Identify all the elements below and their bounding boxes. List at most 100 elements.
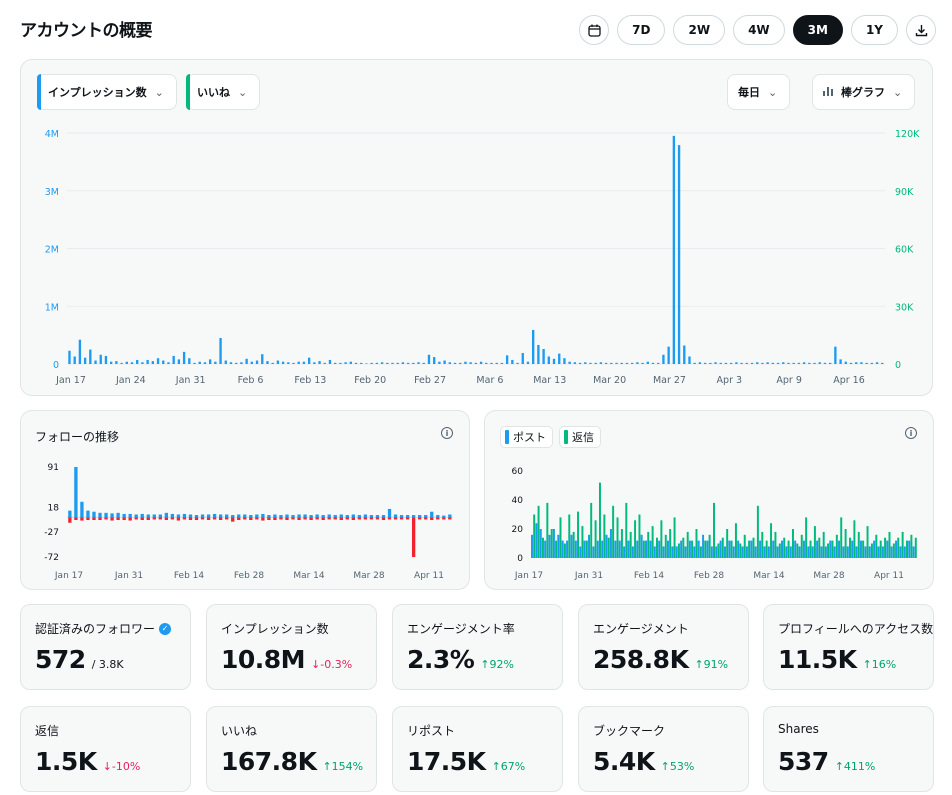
reply-bar bbox=[866, 526, 869, 558]
impression-bar bbox=[292, 362, 295, 364]
post-bar bbox=[640, 534, 643, 558]
follow-gain-bar bbox=[152, 514, 156, 518]
post-bar bbox=[702, 534, 705, 558]
impression-bar bbox=[651, 362, 655, 364]
y-left-tick-label: 0 bbox=[53, 360, 59, 371]
stat-value-row: 572 / 3.8K bbox=[35, 645, 124, 674]
follow-gain-bar bbox=[273, 514, 277, 518]
follow-loss-bar bbox=[303, 517, 307, 520]
y-left-tick-label: 3M bbox=[45, 187, 59, 198]
impression-bar bbox=[756, 362, 759, 364]
impression-bar bbox=[370, 362, 373, 364]
x-tick-label: Mar 6 bbox=[476, 375, 503, 386]
reply-bar bbox=[594, 520, 597, 558]
stat-card[interactable]: いいね 167.8K ↑154% bbox=[206, 706, 377, 792]
post-bar bbox=[535, 523, 538, 558]
impression-bar bbox=[141, 362, 144, 364]
impression-bar bbox=[427, 354, 431, 364]
impression-bar bbox=[578, 362, 582, 364]
x-tick-label: Feb 27 bbox=[414, 375, 446, 386]
impression-bar bbox=[797, 362, 801, 364]
follow-gain-bar bbox=[285, 514, 289, 518]
impression-bar bbox=[703, 362, 707, 364]
impression-bar bbox=[855, 362, 858, 364]
impression-bar bbox=[620, 362, 623, 364]
post-bar bbox=[886, 540, 889, 558]
post-bar bbox=[811, 546, 814, 558]
post-bar bbox=[618, 540, 621, 558]
impression-bar bbox=[782, 362, 785, 364]
reply-bar bbox=[620, 529, 623, 558]
reply-bar bbox=[875, 534, 878, 558]
impression-bar bbox=[750, 362, 754, 364]
range-1y-button[interactable]: 1Y bbox=[850, 15, 898, 45]
stat-card[interactable]: エンゲージメント率 2.3% ↑92% bbox=[392, 604, 563, 690]
reply-bar bbox=[695, 529, 698, 558]
stat-card[interactable]: Shares 537 ↑411% bbox=[763, 706, 934, 792]
stat-card[interactable]: インプレッション数 10.8M ↓-0.3% bbox=[206, 604, 377, 690]
reply-bar bbox=[673, 517, 676, 558]
impression-bar bbox=[604, 362, 608, 364]
impression-bar bbox=[771, 362, 775, 364]
follow-loss-bar bbox=[405, 517, 410, 520]
range-4w-button[interactable]: 4W bbox=[733, 15, 785, 45]
post-bar bbox=[609, 529, 612, 558]
follow-gain-bar bbox=[411, 515, 416, 518]
reply-bar bbox=[629, 531, 632, 558]
impression-bar bbox=[516, 362, 519, 364]
stat-label-text: ブックマーク bbox=[593, 724, 666, 738]
calendar-icon[interactable] bbox=[579, 15, 610, 45]
download-icon[interactable] bbox=[906, 15, 936, 45]
follow-loss-bar bbox=[315, 517, 319, 520]
impression-bar bbox=[625, 362, 629, 364]
follow-loss-bar bbox=[279, 517, 283, 520]
impression-bar bbox=[500, 362, 504, 364]
stat-card[interactable]: プロフィールへのアクセス数 11.5K ↑16% bbox=[763, 604, 934, 690]
stat-value-row: 17.5K ↑67% bbox=[407, 747, 525, 776]
post-bar bbox=[737, 540, 740, 558]
follow-loss-bar bbox=[255, 517, 259, 520]
follow-loss-bar bbox=[98, 517, 102, 521]
post-bar bbox=[684, 546, 687, 558]
post-bar bbox=[653, 546, 656, 558]
impression-bar bbox=[469, 362, 472, 364]
reply-bar bbox=[713, 502, 716, 558]
follow-gain-bar bbox=[363, 514, 368, 518]
post-bar bbox=[706, 540, 709, 558]
follow-gain-bar bbox=[92, 511, 96, 518]
stat-label: ブックマーク bbox=[593, 722, 665, 739]
stat-label: いいね bbox=[221, 722, 257, 739]
range-2w-button[interactable]: 2W bbox=[673, 15, 726, 45]
follow-loss-bar bbox=[134, 517, 138, 520]
post-bar bbox=[552, 529, 555, 558]
range-7d-button[interactable]: 7D bbox=[617, 15, 666, 45]
follow-loss-bar bbox=[104, 517, 108, 520]
reply-bar bbox=[835, 534, 838, 558]
impression-bar bbox=[631, 362, 634, 364]
impression-bar bbox=[266, 361, 269, 364]
stat-value-row: 11.5K ↑16% bbox=[778, 645, 896, 674]
follow-loss-bar bbox=[411, 517, 416, 557]
post-bar bbox=[666, 540, 669, 558]
post-bar bbox=[903, 546, 906, 558]
stat-card[interactable]: 返信 1.5K ↓-10% bbox=[20, 706, 191, 792]
stat-card[interactable]: ブックマーク 5.4K ↑53% bbox=[578, 706, 749, 792]
stat-card[interactable]: 認証済みのフォロワー ✓ 572 / 3.8K bbox=[20, 604, 191, 690]
stat-card[interactable]: エンゲージメント 258.8K ↑91% bbox=[578, 604, 749, 690]
stat-label-text: 返信 bbox=[35, 724, 60, 738]
range-3m-button[interactable]: 3M bbox=[792, 15, 843, 45]
stat-label-text: リポスト bbox=[407, 724, 456, 738]
impression-bar bbox=[323, 362, 326, 364]
impression-bar bbox=[297, 361, 300, 364]
reply-bar bbox=[642, 540, 645, 558]
post-bar bbox=[601, 540, 604, 558]
post-bar bbox=[785, 546, 788, 558]
stat-card[interactable]: リポスト 17.5K ↑67% bbox=[392, 706, 563, 792]
post-bar bbox=[715, 546, 718, 558]
follow-loss-bar bbox=[128, 517, 132, 521]
impression-bar bbox=[146, 359, 149, 364]
post-bar bbox=[675, 546, 678, 558]
reply-bar bbox=[730, 540, 733, 558]
reply-bar bbox=[739, 543, 742, 558]
post-bar bbox=[570, 534, 573, 558]
